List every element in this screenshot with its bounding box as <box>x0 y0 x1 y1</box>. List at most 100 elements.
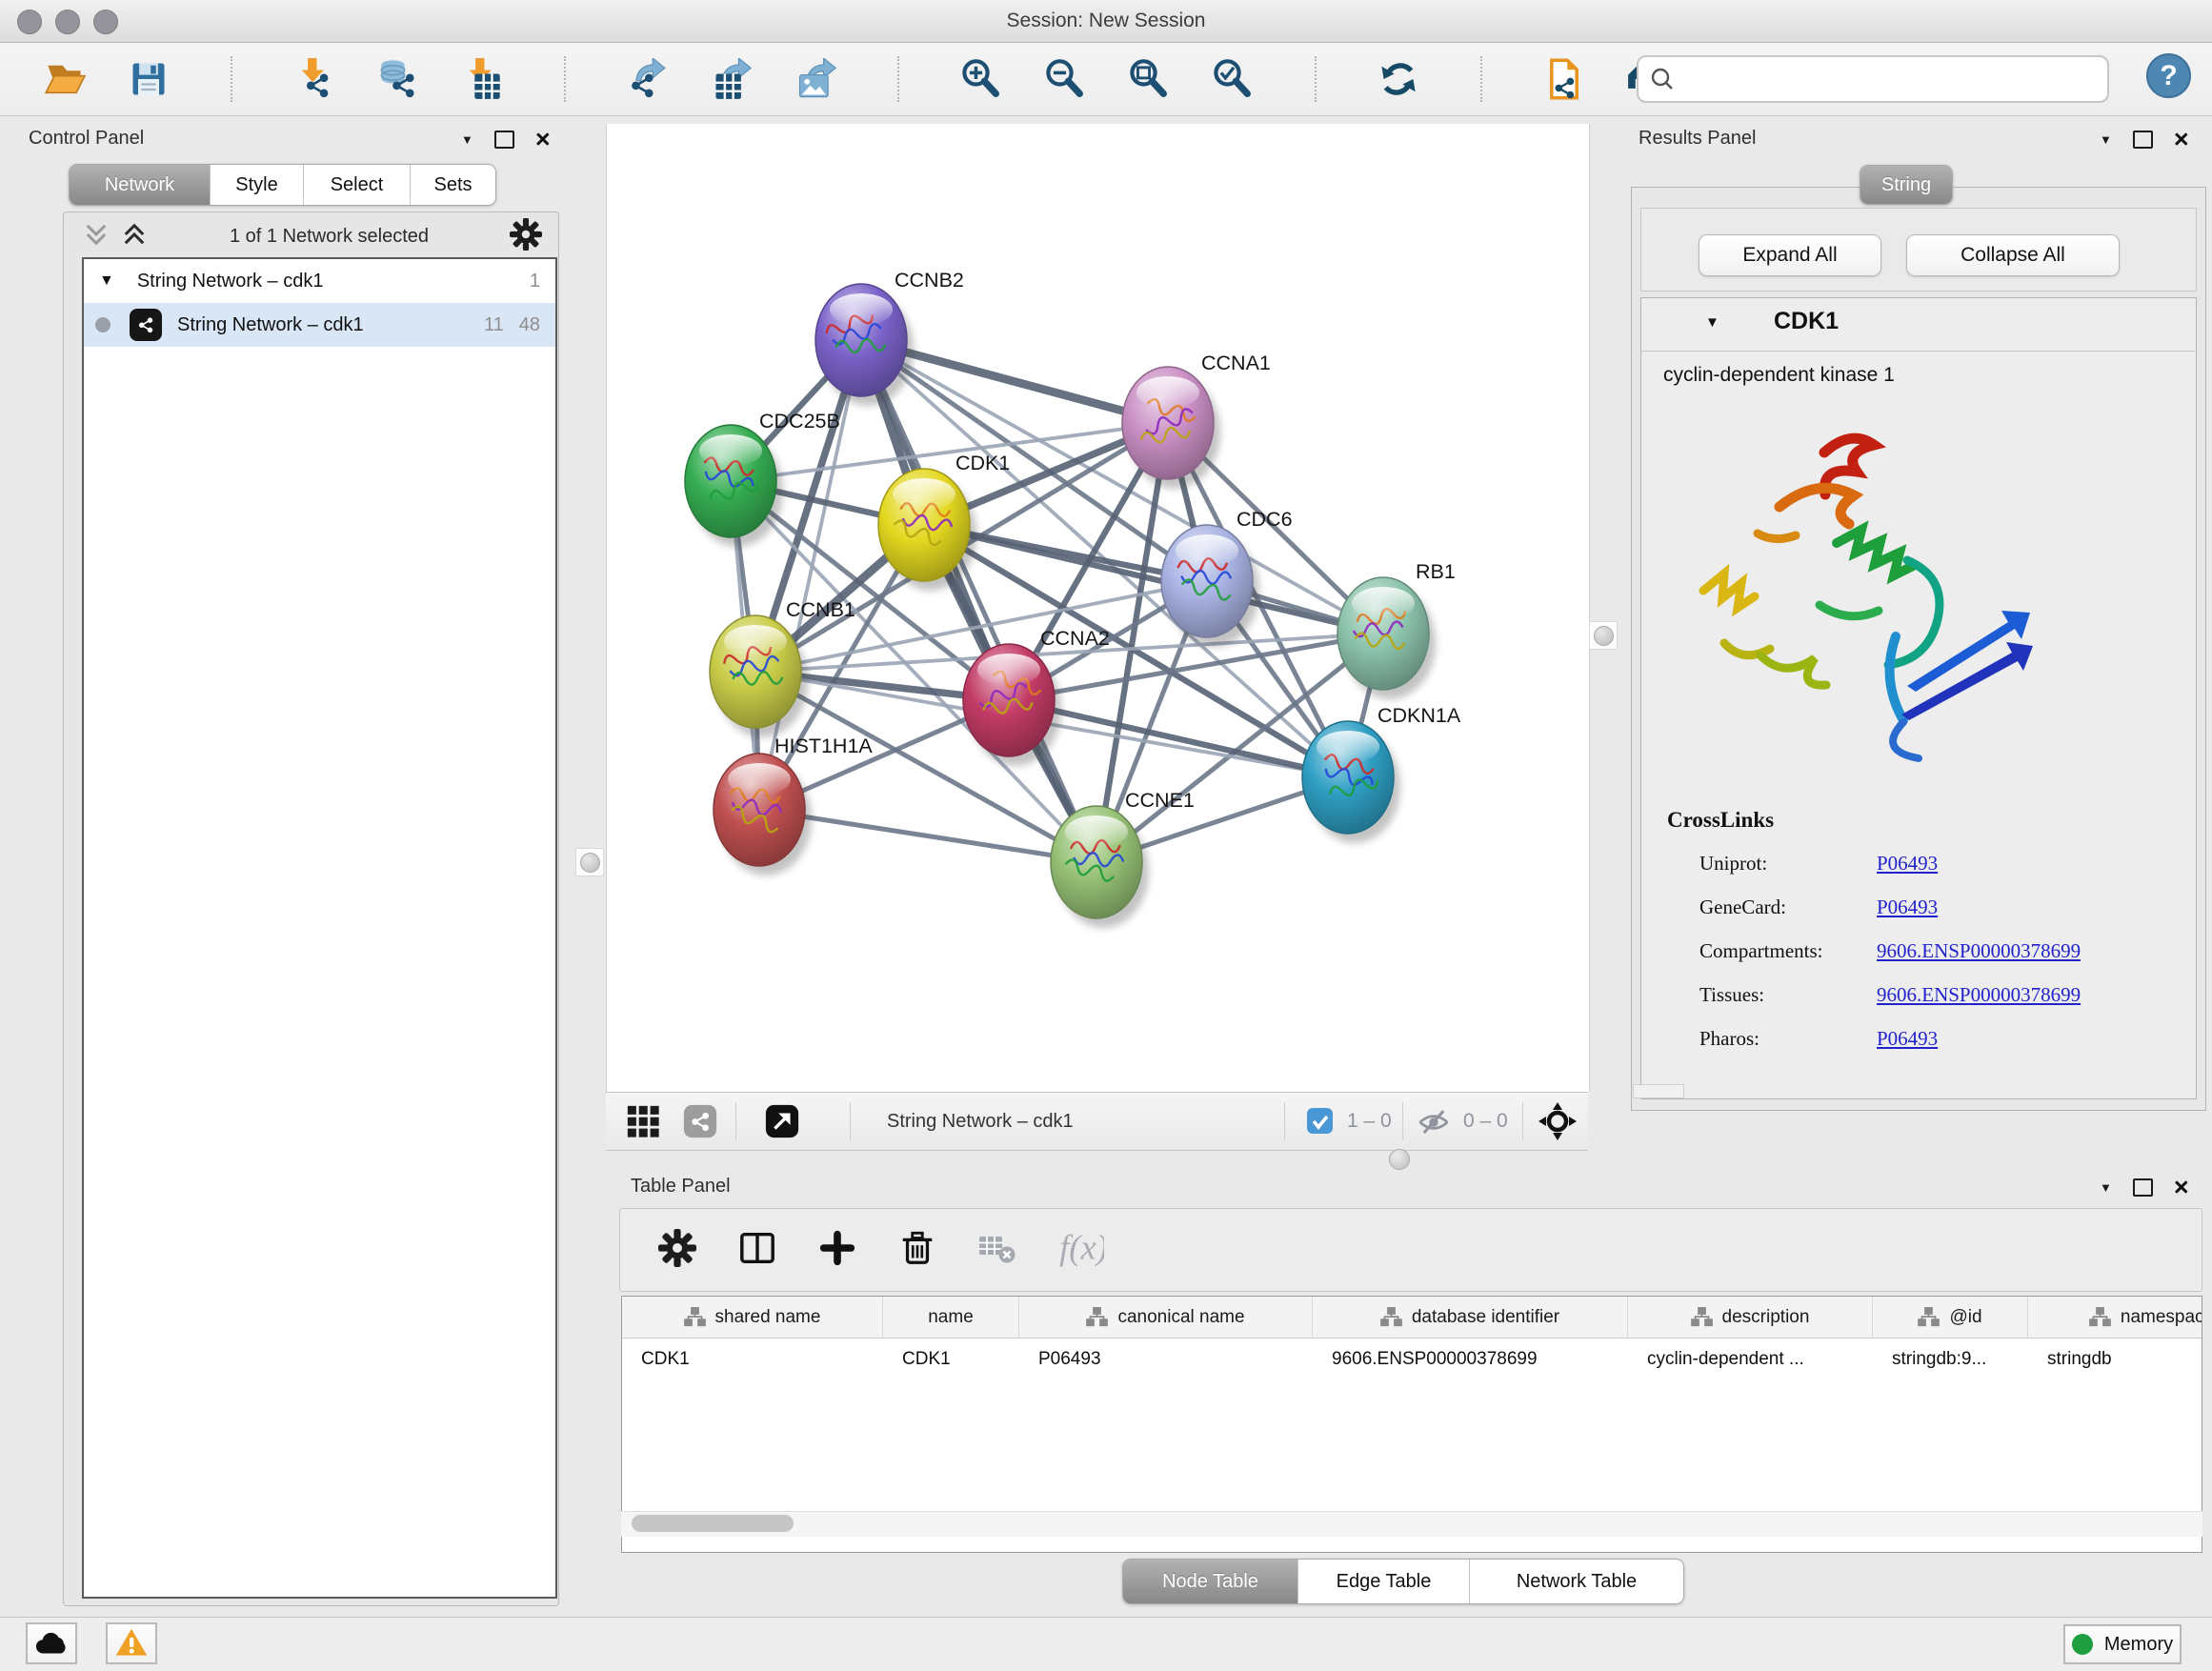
expand-all-button[interactable]: Expand All <box>1699 234 1881 276</box>
undock-panel-icon[interactable] <box>2133 131 2153 149</box>
column-header-shared-name[interactable]: shared name <box>622 1297 883 1339</box>
help-icon: ? <box>2160 60 2177 92</box>
crosslink-link[interactable]: 9606.ENSP00000378699 <box>1877 983 2081 1007</box>
undock-panel-icon[interactable] <box>494 131 514 149</box>
crosslink-link[interactable]: P06493 <box>1877 896 1938 919</box>
zoom-out-icon[interactable] <box>1038 52 1092 106</box>
table-cell[interactable]: cyclin-dependent ... <box>1628 1339 1873 1380</box>
tab-network-table[interactable]: Network Table <box>1470 1560 1683 1603</box>
cloud-button[interactable] <box>26 1622 77 1664</box>
network-node-CDK1[interactable]: CDK1 <box>878 452 1010 591</box>
table-panel-window-icons: ▼ × <box>2100 1178 2189 1197</box>
open-in-new-icon[interactable] <box>764 1103 800 1144</box>
crosslink-link[interactable]: 9606.ENSP00000378699 <box>1877 939 2081 963</box>
close-panel-icon[interactable]: × <box>535 130 551 149</box>
node-label: CDC6 <box>1237 508 1293 531</box>
memory-button[interactable]: Memory <box>2063 1624 2182 1664</box>
toggle-column-icon[interactable] <box>738 1229 776 1272</box>
network-node-HIST1H1A[interactable]: HIST1H1A <box>714 735 873 876</box>
table-cell[interactable]: P06493 <box>1019 1339 1313 1380</box>
add-row-icon[interactable] <box>818 1229 856 1272</box>
table-panel-title: Table Panel <box>631 1176 731 1198</box>
crosslink-link[interactable]: P06493 <box>1877 1027 1938 1051</box>
export-table-icon[interactable] <box>705 52 758 106</box>
tab-string[interactable]: String <box>1860 166 1952 204</box>
table-hscrollbar-thumb[interactable] <box>632 1515 794 1532</box>
import-network-from-database-icon[interactable] <box>372 52 425 106</box>
delete-row-icon[interactable] <box>898 1229 936 1272</box>
table-cell[interactable]: CDK1 <box>622 1339 883 1380</box>
table-cell[interactable]: stringdb:9... <box>1873 1339 2028 1380</box>
network-node-CCNA1[interactable]: CCNA1 <box>1122 352 1271 489</box>
share-view-icon[interactable] <box>682 1103 718 1144</box>
selected-checkbox[interactable] <box>1307 1108 1333 1138</box>
import-network-from-file-icon[interactable] <box>288 52 341 106</box>
zoom-selected-icon[interactable] <box>1206 52 1259 106</box>
tab-network[interactable]: Network <box>70 165 211 205</box>
tab-select[interactable]: Select <box>304 165 411 205</box>
float-panel-icon[interactable]: ▼ <box>2100 132 2112 147</box>
table-cell[interactable]: 9606.ENSP00000378699 <box>1313 1339 1628 1380</box>
network-collection-row[interactable]: ▼ String Network – cdk1 1 <box>84 259 555 303</box>
search-input[interactable] <box>1684 68 2098 91</box>
import-table-from-file-icon[interactable] <box>455 52 509 106</box>
network-options-gear-icon[interactable] <box>510 218 542 255</box>
network-node-RB1[interactable]: RB1 <box>1337 560 1456 699</box>
column-header-name[interactable]: name <box>883 1297 1019 1339</box>
refresh-icon[interactable] <box>1372 52 1425 106</box>
zoom-in-icon[interactable] <box>955 52 1008 106</box>
collapse-all-button[interactable]: Collapse All <box>1906 234 2120 276</box>
open-session-icon[interactable] <box>38 52 91 106</box>
results-panel-title: Results Panel <box>1639 128 1756 150</box>
table-cell[interactable]: CDK1 <box>883 1339 1019 1380</box>
close-panel-icon[interactable]: × <box>2174 1178 2189 1197</box>
results-hscrollbar-thumb[interactable] <box>1633 1084 1684 1098</box>
network-edge[interactable] <box>861 340 1096 862</box>
column-header-namespace[interactable]: namespace <box>2028 1297 2202 1339</box>
left-panel-divider-handle[interactable] <box>575 848 604 876</box>
network-row[interactable]: String Network – cdk1 11 48 <box>84 303 555 347</box>
section-caret-icon[interactable]: ▼ <box>1705 314 1719 331</box>
float-panel-icon[interactable]: ▼ <box>461 132 473 147</box>
column-header-@id[interactable]: @id <box>1873 1297 2028 1339</box>
help-button[interactable]: ? <box>2146 53 2191 98</box>
column-header-canonical-name[interactable]: canonical name <box>1019 1297 1313 1339</box>
export-image-icon[interactable] <box>789 52 842 106</box>
hidden-eye-icon[interactable] <box>1418 1106 1450 1143</box>
column-header-database-identifier[interactable]: database identifier <box>1313 1297 1628 1339</box>
grid-icon[interactable] <box>625 1103 661 1144</box>
right-panel-divider-handle[interactable] <box>1589 621 1618 650</box>
collapse-all-icon[interactable] <box>82 220 111 253</box>
node-label: RB1 <box>1416 560 1456 583</box>
crosslink-link[interactable]: P06493 <box>1877 852 1938 876</box>
export-network-icon[interactable] <box>621 52 674 106</box>
column-header-description[interactable]: description <box>1628 1297 1873 1339</box>
undock-panel-icon[interactable] <box>2133 1178 2153 1197</box>
warning-button[interactable] <box>106 1622 157 1664</box>
collection-caret-icon[interactable]: ▼ <box>99 272 114 290</box>
function-builder-icon: f(x) <box>1058 1225 1104 1276</box>
gene-section-header[interactable]: ▼ CDK1 <box>1640 297 2195 352</box>
expand-all-icon[interactable] <box>120 220 149 253</box>
zoom-fit-icon[interactable] <box>1122 52 1176 106</box>
table-hscrollbar-track[interactable] <box>621 1511 2202 1537</box>
svg-text:f(x): f(x) <box>1059 1227 1104 1266</box>
tab-sets[interactable]: Sets <box>411 165 495 205</box>
network-node-CDKN1A[interactable]: CDKN1A <box>1302 704 1461 843</box>
tab-style[interactable]: Style <box>211 165 304 205</box>
table-cell[interactable]: stringdb <box>2028 1339 2202 1380</box>
table-panel-divider-handle[interactable] <box>1389 1149 1410 1170</box>
crosshair-icon[interactable] <box>1538 1101 1578 1146</box>
close-panel-icon[interactable]: × <box>2174 130 2189 149</box>
tab-node-table[interactable]: Node Table <box>1123 1560 1298 1603</box>
float-panel-icon[interactable]: ▼ <box>2100 1180 2112 1195</box>
table-settings-gear-icon[interactable] <box>658 1229 696 1272</box>
collection-label: String Network – cdk1 <box>137 271 530 292</box>
node-label: CCNB1 <box>786 598 855 621</box>
crosslinks-list: Uniprot:P06493GeneCard:P06493Compartment… <box>1699 852 2185 1071</box>
save-session-icon[interactable] <box>122 52 175 106</box>
toolbar-separator <box>1480 56 1482 102</box>
tab-edge-table[interactable]: Edge Table <box>1298 1560 1470 1603</box>
new-network-from-selection-icon[interactable] <box>1538 52 1591 106</box>
network-view-canvas[interactable]: CCNB2 CCNA1 CDC25B CDK1 CDC6 R <box>606 124 1590 1092</box>
